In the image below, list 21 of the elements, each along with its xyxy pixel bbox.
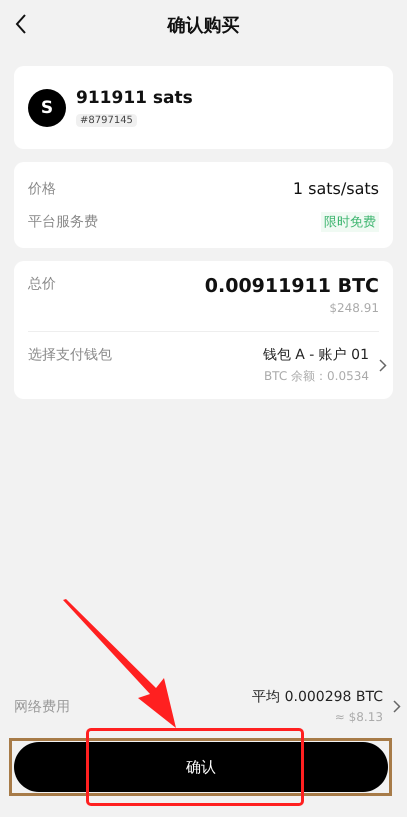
- price-value: 1 sats/sats: [292, 179, 379, 198]
- total-fiat: $248.91: [329, 301, 379, 315]
- total-value: 0.00911911 BTC: [204, 275, 379, 297]
- wallet-name[interactable]: 钱包 A - 账户 01: [262, 346, 369, 364]
- wallet-label: 选择支付钱包: [28, 346, 112, 364]
- chevron-icon: [393, 700, 401, 712]
- fee-value[interactable]: 平均 0.000298 BTC: [252, 688, 383, 706]
- chevron-icon: [379, 359, 387, 372]
- page-title: 确认购买: [168, 14, 240, 37]
- fee-fiat: ≈ $8.13: [334, 710, 383, 724]
- back-icon: [15, 14, 27, 34]
- confirm-button[interactable]: 确认: [14, 742, 388, 792]
- wallet-balance: BTC 余额：0.0534: [264, 368, 369, 385]
- total-label: 总价: [28, 275, 56, 293]
- promo-value: 限时免费: [321, 212, 379, 232]
- price-label: 价格: [28, 180, 56, 198]
- price-label: 平台服务费: [28, 212, 98, 230]
- avatar: S: [28, 88, 66, 126]
- item-name: 911911 sats: [76, 88, 193, 108]
- fee-label: 网络费用: [14, 698, 70, 716]
- item-tag: #8797145: [76, 114, 137, 127]
